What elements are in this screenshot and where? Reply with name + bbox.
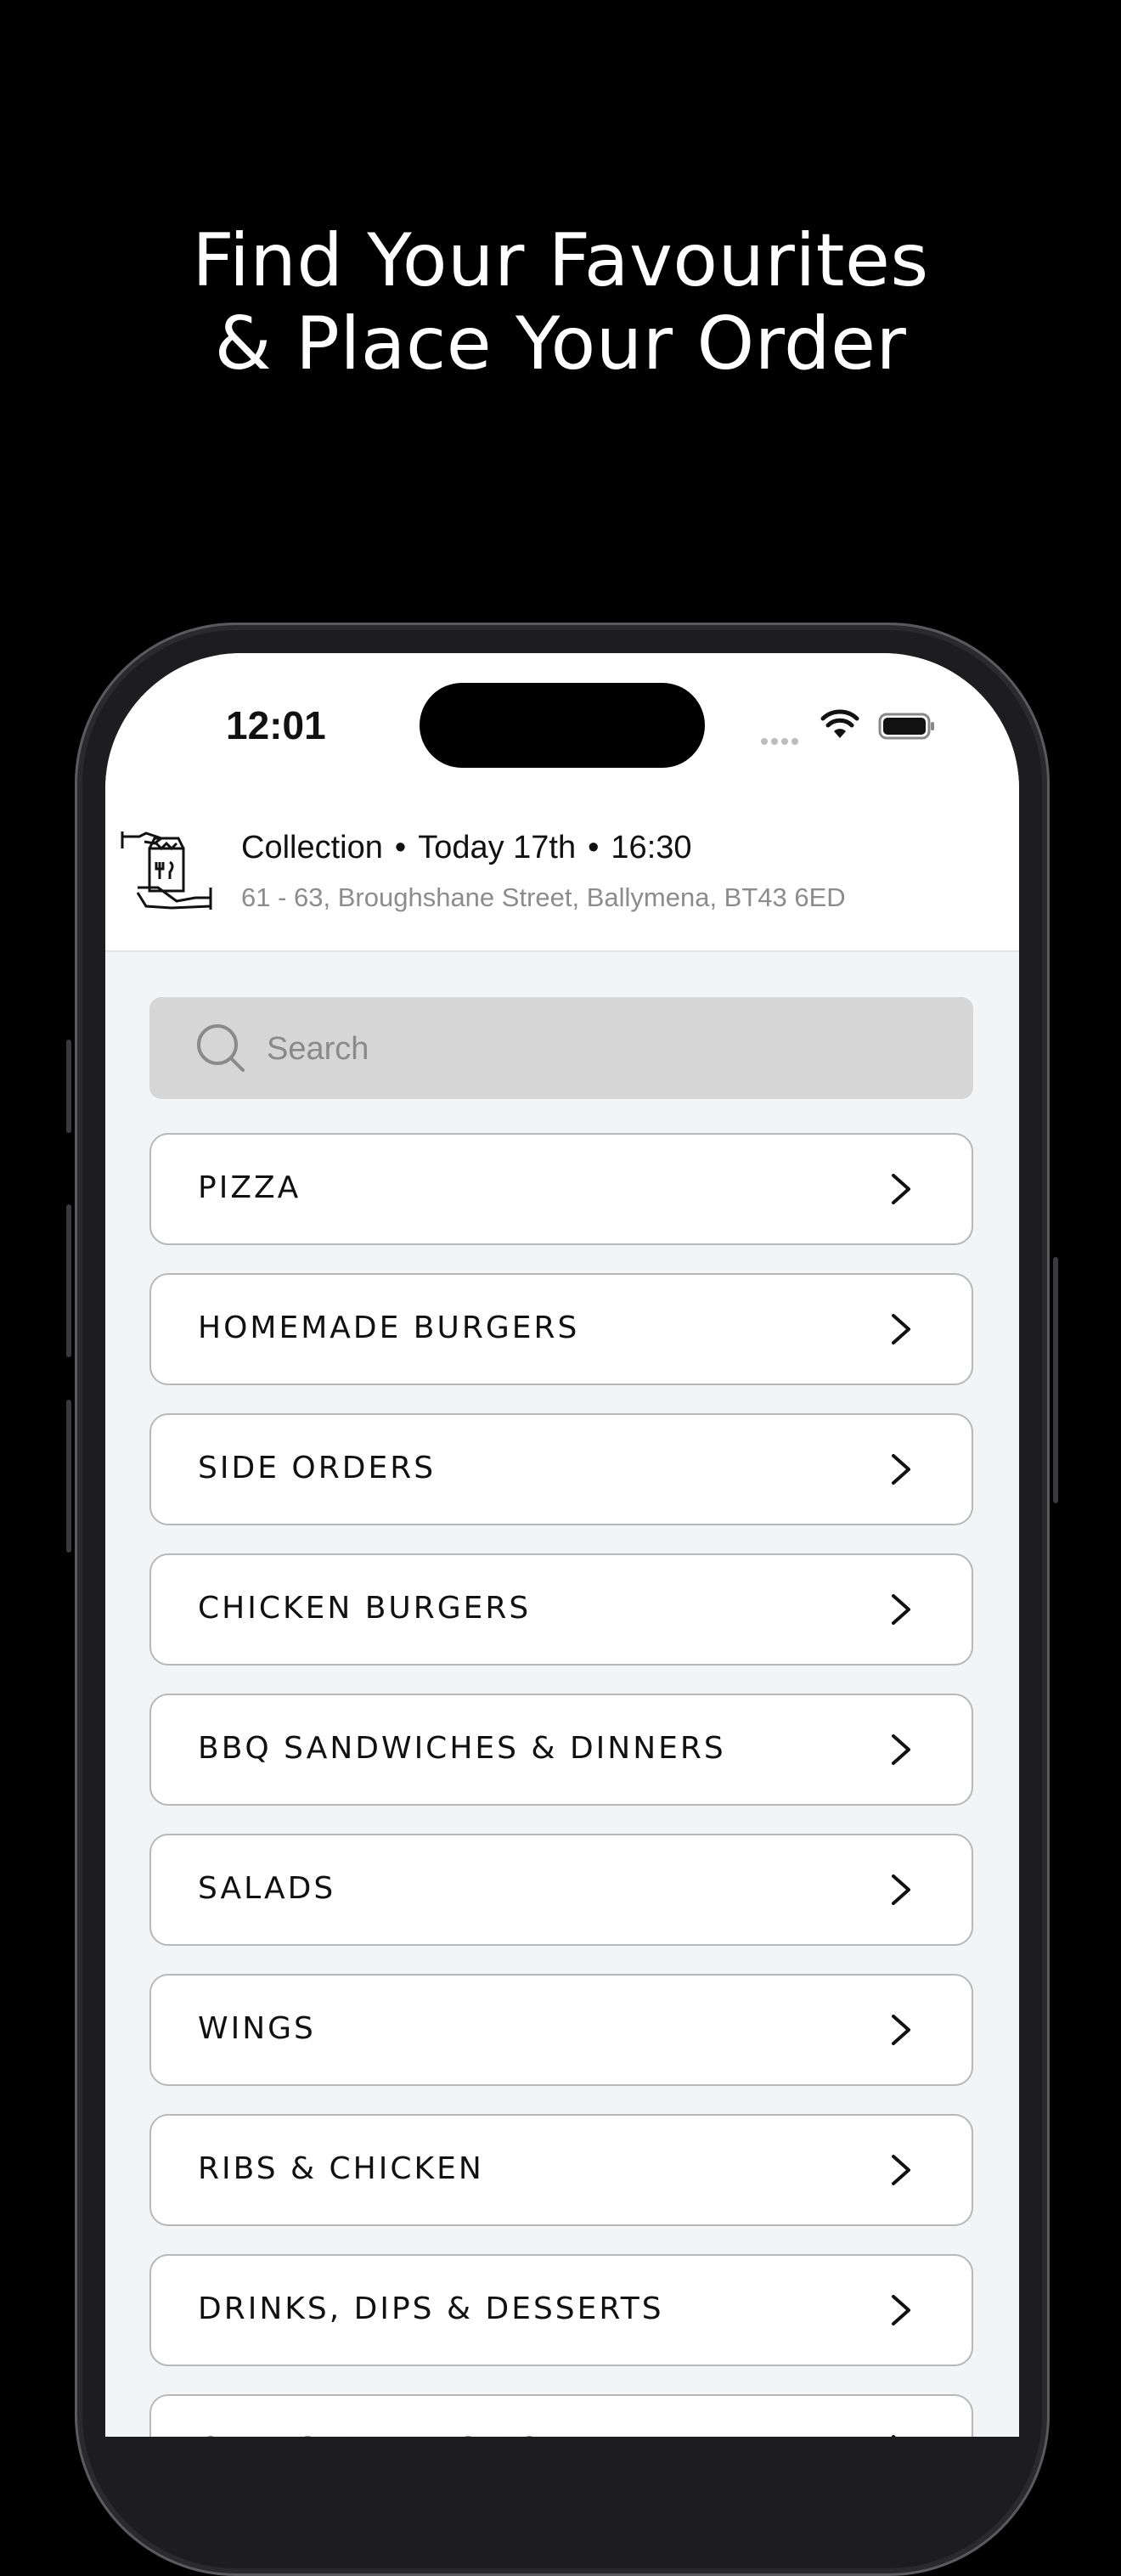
- search-input[interactable]: [265, 1023, 931, 1075]
- headline-line-1: Find Your Favourites: [192, 218, 929, 303]
- search-bar[interactable]: [149, 997, 973, 1099]
- order-header[interactable]: Collection • Today 17th • 16:30 61 - 63, Bro…: [105, 798, 1019, 952]
- order-summary: Collection • Today 17th • 16:30: [241, 830, 692, 866]
- store-address: 61 - 63, Broughshane Street, Ballymena, …: [241, 882, 846, 912]
- chevron-right-icon: [892, 1874, 910, 1905]
- category-label: CHICKEN BURGERS: [198, 1591, 532, 1626]
- order-day: Today 17th: [418, 830, 577, 865]
- battery-icon: [878, 713, 934, 740]
- category-label: SIDE ORDERS: [198, 1451, 437, 1485]
- action-button: [66, 1040, 71, 1133]
- category-label: RIBS & CHICKEN: [198, 2151, 484, 2186]
- category-label: HOMEMADE BURGERS: [198, 1311, 580, 1345]
- category-item[interactable]: SALADS: [149, 1834, 973, 1946]
- separator-dot: •: [588, 830, 600, 865]
- category-label: CHARGRILLED CHICKEN: [198, 2432, 611, 2437]
- separator-dot: •: [394, 830, 407, 865]
- volume-up-button: [66, 1204, 71, 1357]
- order-method: Collection: [241, 830, 383, 865]
- search-icon: [197, 1024, 245, 1072]
- status-time: 12:01: [226, 703, 326, 747]
- chevron-right-icon: [892, 1454, 910, 1485]
- app-screen: 12:01 Collection • Today 17th • 16:30 61…: [105, 653, 1019, 2437]
- category-label: SALADS: [198, 1871, 336, 1906]
- chevron-right-icon: [892, 2295, 910, 2325]
- category-item[interactable]: DRINKS, DIPS & DESSERTS: [149, 2254, 973, 2366]
- collection-bag-icon: [121, 831, 212, 910]
- category-list: PIZZA HOMEMADE BURGERS SIDE ORDERS CHICK…: [149, 1133, 973, 2437]
- category-item[interactable]: WINGS: [149, 1974, 973, 2086]
- chevron-right-icon: [892, 2155, 910, 2185]
- chevron-right-icon: [892, 1734, 910, 1765]
- wifi-icon: [820, 709, 859, 738]
- headline-line-2: & Place Your Order: [214, 302, 907, 386]
- cellular-signal-icon: [761, 732, 802, 748]
- category-label: DRINKS, DIPS & DESSERTS: [198, 2291, 664, 2326]
- category-item[interactable]: CHICKEN BURGERS: [149, 1553, 973, 1666]
- category-item[interactable]: BBQ SANDWICHES & DINNERS: [149, 1694, 973, 1806]
- promo-headline: Find Your Favourites & Place Your Order: [0, 219, 1121, 386]
- category-item[interactable]: PIZZA: [149, 1133, 973, 1245]
- chevron-right-icon: [892, 1174, 910, 1204]
- volume-down-button: [66, 1400, 71, 1553]
- category-label: WINGS: [198, 2011, 316, 2046]
- category-label: BBQ SANDWICHES & DINNERS: [198, 1731, 726, 1766]
- category-item[interactable]: RIBS & CHICKEN: [149, 2114, 973, 2226]
- category-item[interactable]: SIDE ORDERS: [149, 1413, 973, 1525]
- chevron-right-icon: [892, 2435, 897, 2437]
- category-label: PIZZA: [198, 1170, 301, 1205]
- power-button: [1053, 1257, 1058, 1503]
- chevron-right-icon: [892, 1314, 910, 1344]
- order-time: 16:30: [611, 830, 692, 865]
- dynamic-island: [420, 683, 705, 768]
- chevron-right-icon: [892, 1594, 910, 1625]
- chevron-right-icon: [892, 2015, 910, 2045]
- category-item[interactable]: HOMEMADE BURGERS: [149, 1273, 973, 1385]
- category-item[interactable]: CHARGRILLED CHICKEN: [149, 2394, 973, 2437]
